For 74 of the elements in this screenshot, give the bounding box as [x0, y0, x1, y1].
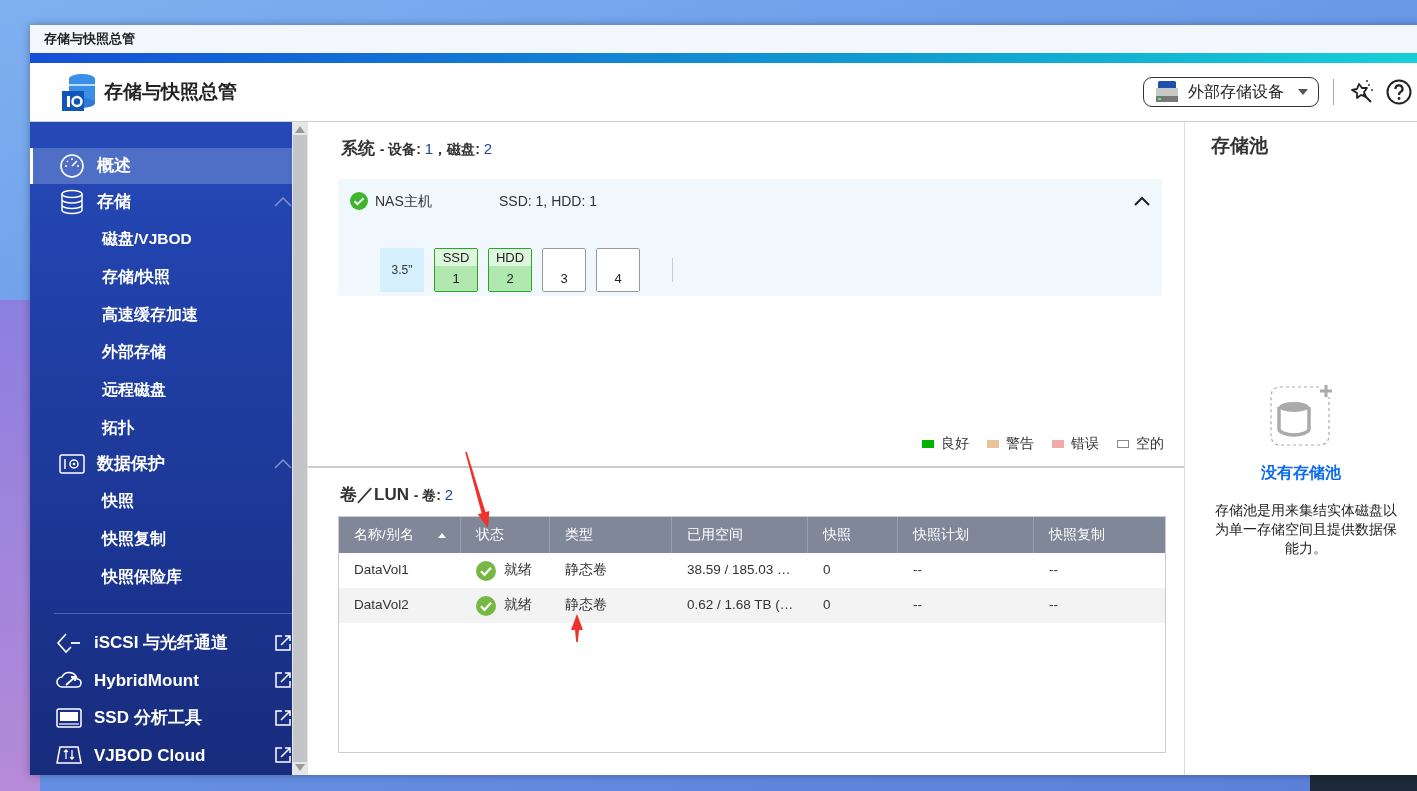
disk-slot[interactable]: SSD 1 [434, 248, 478, 292]
panel-title: 存储池 [1211, 134, 1269, 158]
external-link-icon [274, 671, 292, 690]
sidebar-item[interactable]: 数据保护 [30, 446, 292, 483]
table-cell-text: 0.62 / 1.68 TB (… [687, 596, 794, 615]
table-cell-text: DataVol2 [354, 596, 409, 615]
disk-slot[interactable]: HDD 2 [488, 248, 532, 292]
sidebar-item[interactable]: 概述 [30, 148, 292, 184]
table-cell-text: 38.59 / 185.03 … [687, 561, 791, 580]
sidebar-item[interactable]: 存储 [30, 184, 292, 220]
drive-icon [1154, 81, 1180, 103]
legend-label: 错误 [1071, 434, 1099, 453]
legend-label: 良好 [941, 434, 969, 453]
table-cell-text: 静态卷 [565, 596, 607, 615]
table-cell-text: -- [913, 596, 922, 615]
table-cell-text: 就绪 [504, 596, 532, 615]
external-link-icon [274, 633, 292, 652]
check-icon [476, 595, 496, 616]
section-title: 系统 - 设备: 1，磁盘: 2 [341, 139, 493, 158]
disk-slot[interactable]: 3 [542, 248, 586, 292]
app-title: 存储与快照总管 [104, 79, 237, 104]
host-name: NAS主机 [375, 191, 433, 211]
table-cell-text: 0 [823, 596, 831, 615]
legend-label: 警告 [1006, 434, 1034, 453]
sidebar-link[interactable]: iSCSI 与光纤通道 [30, 624, 292, 662]
bay-size-label: 3.5" [380, 248, 424, 292]
scrollbar[interactable] [292, 122, 308, 775]
sidebar-link[interactable]: SSD 分析工具 [30, 699, 292, 737]
scroll-down-icon[interactable] [295, 764, 305, 771]
check-icon [350, 192, 368, 210]
add-storage-pool-icon[interactable] [1269, 382, 1333, 447]
column-header[interactable]: 快照复制 [1034, 517, 1165, 553]
help-icon[interactable] [1386, 79, 1412, 105]
column-header[interactable]: 已用空间 [672, 517, 808, 553]
check-icon [476, 560, 496, 581]
disk-summary: SSD: 1, HDD: 1 [499, 191, 599, 211]
column-header[interactable]: 类型 [550, 517, 672, 553]
legend-label: 空的 [1136, 434, 1164, 453]
window-title: 存储与快照总管 [44, 30, 135, 49]
disk-slot[interactable]: 4 [596, 248, 640, 292]
column-header[interactable]: 名称/别名 [339, 517, 461, 553]
sidebar-link[interactable]: VJBOD Cloud [30, 736, 292, 775]
app-logo-icon [62, 73, 98, 111]
external-link-icon [274, 746, 292, 765]
sidebar-subitem[interactable]: 快照复制 [30, 519, 292, 558]
section-title: 卷／LUN - 卷: 2 [340, 485, 454, 504]
sidebar-link[interactable]: HybridMount [30, 661, 292, 700]
magic-wand-icon[interactable] [1348, 79, 1374, 105]
sidebar-subitem[interactable]: 拓扑 [30, 408, 292, 447]
sidebar-subitem[interactable]: 存储/快照 [30, 257, 292, 296]
table-cell-text: 静态卷 [565, 561, 607, 580]
table-cell-text: 0 [823, 561, 831, 580]
sidebar-subitem[interactable]: 快照保险库 [30, 557, 292, 596]
sidebar-subitem[interactable]: 高速缓存加速 [30, 295, 292, 334]
sidebar-subitem[interactable]: 外部存储 [30, 333, 292, 371]
table-cell-text: 就绪 [504, 561, 532, 580]
table-cell-text: DataVol1 [354, 561, 409, 580]
pool-description: 存储池是用来集结实体磁盘以 为单一存储空间且提供数据保 能力。 [1215, 501, 1397, 558]
external-link-icon [274, 708, 292, 727]
chevron-icon[interactable] [1134, 196, 1150, 206]
table-cell-text: -- [1049, 561, 1058, 580]
gauge-icon [59, 153, 85, 179]
sidebar-subitem[interactable]: 快照 [30, 482, 292, 520]
sidebar-subitem[interactable]: 磁盘/VJBOD [30, 220, 292, 258]
column-header[interactable]: 快照计划 [898, 517, 1034, 553]
external-device-button[interactable]: 外部存储设备 [1143, 77, 1319, 107]
caret-icon [1298, 89, 1308, 95]
table-cell-text: -- [1049, 596, 1058, 615]
scroll-up-icon[interactable] [295, 126, 305, 133]
sidebar-subitem[interactable]: 远程磁盘 [30, 370, 292, 409]
database-icon [59, 189, 85, 215]
create-pool-link[interactable]: 没有存储池 [1261, 460, 1341, 485]
table-cell-text: -- [913, 561, 922, 580]
column-header[interactable]: 快照 [808, 517, 898, 553]
